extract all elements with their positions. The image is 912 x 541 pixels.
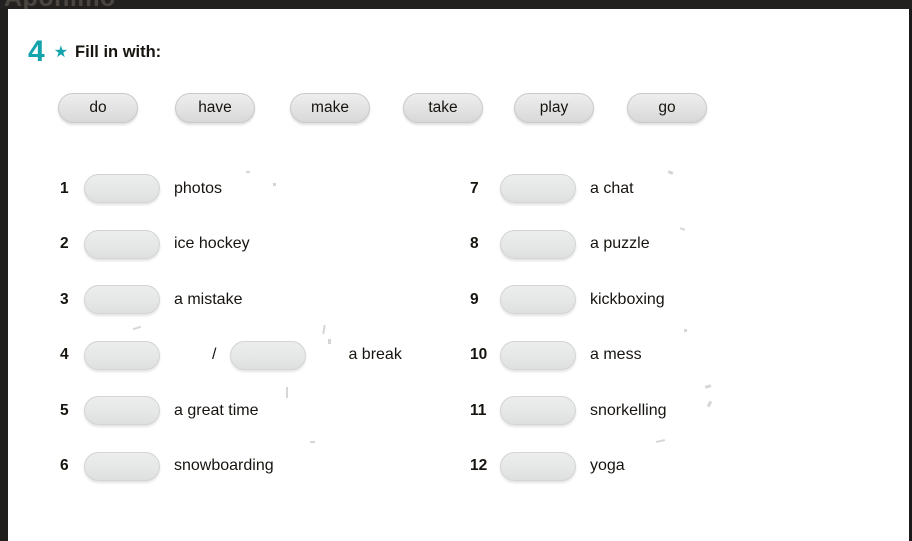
item-number: 1: [60, 179, 69, 197]
answer-blank[interactable]: [500, 340, 576, 370]
word-chip-label: take: [428, 99, 458, 116]
word-chip-do[interactable]: do: [58, 93, 138, 123]
item-text: a puzzle: [590, 235, 650, 253]
exercise-title: Fill in with:: [75, 43, 162, 61]
word-chip-label: make: [311, 99, 349, 116]
answer-blank[interactable]: [500, 396, 576, 426]
item-row: 3 a mistake: [60, 272, 470, 328]
app-logo-clipped: Aponimo: [4, 0, 116, 9]
item-row: 10 a mess: [470, 328, 890, 384]
word-chip-label: do: [89, 99, 107, 116]
word-bank: do have make take play go: [58, 93, 758, 127]
item-row: 5 a great time: [60, 383, 470, 439]
word-chip-play[interactable]: play: [514, 93, 594, 123]
worksheet-page: Aponimo 4 ★ Fill in with: do have make take…: [0, 0, 912, 541]
worksheet-sheet: 4 ★ Fill in with: do have make take play go 1…: [8, 9, 909, 541]
item-separator: /: [212, 346, 217, 364]
answer-blank[interactable]: [500, 451, 576, 481]
answer-blank[interactable]: [84, 340, 160, 370]
word-chip-make[interactable]: make: [290, 93, 370, 123]
item-number: 11: [470, 401, 487, 419]
item-row: 11 snorkelling: [470, 383, 890, 439]
item-row: 7 a chat: [470, 161, 890, 217]
item-row: 2 ice hockey: [60, 217, 470, 273]
item-number: 9: [470, 290, 479, 308]
item-number: 4: [60, 346, 69, 364]
item-text: ice hockey: [174, 235, 250, 253]
answer-blank[interactable]: [500, 229, 576, 259]
item-text: a mistake: [174, 290, 243, 308]
item-text: a great time: [174, 401, 259, 419]
item-number: 12: [470, 457, 488, 475]
word-chip-take[interactable]: take: [403, 93, 483, 123]
word-chip-go[interactable]: go: [627, 93, 707, 123]
answer-blank[interactable]: [84, 285, 160, 315]
items-column-left: 1 photos 2 ice hockey 3 a mistake 4 / a break 5 a …: [60, 161, 470, 494]
left-rail: [0, 0, 8, 541]
item-text: a break: [348, 346, 402, 364]
item-number: 7: [470, 179, 479, 197]
item-row: 4 / a break: [60, 328, 470, 384]
item-text: yoga: [590, 457, 625, 475]
item-row: 12 yoga: [470, 439, 890, 495]
exercise-header: 4 ★ Fill in with:: [28, 37, 161, 67]
exercise-number: 4: [28, 35, 45, 68]
star-icon: ★: [53, 44, 69, 61]
item-number: 3: [60, 290, 69, 308]
word-chip-label: have: [198, 99, 232, 116]
item-text: a mess: [590, 346, 642, 364]
item-row: 8 a puzzle: [470, 217, 890, 273]
answer-blank[interactable]: [84, 174, 160, 204]
item-text: photos: [174, 179, 223, 197]
item-row: 6 snowboarding: [60, 439, 470, 495]
item-number: 2: [60, 235, 69, 253]
answer-blank[interactable]: [500, 285, 576, 315]
answer-blank[interactable]: [230, 340, 307, 370]
word-chip-label: play: [539, 99, 569, 116]
answer-blank[interactable]: [500, 174, 576, 204]
word-chip-have[interactable]: have: [175, 93, 255, 123]
item-text: a chat: [590, 179, 634, 197]
word-chip-label: go: [658, 99, 676, 116]
item-text: snowboarding: [174, 457, 274, 475]
item-text: snorkelling: [590, 401, 667, 419]
item-number: 10: [470, 346, 488, 364]
items-column-right: 7 a chat 8 a puzzle 9 kickboxing 10 a mess 11 sno…: [470, 161, 890, 494]
item-row: 1 photos: [60, 161, 470, 217]
answer-blank[interactable]: [84, 451, 160, 481]
item-text: kickboxing: [590, 290, 665, 308]
answer-blank[interactable]: [84, 229, 160, 259]
item-number: 8: [470, 235, 479, 253]
item-row: 9 kickboxing: [470, 272, 890, 328]
answer-blank[interactable]: [84, 396, 160, 426]
top-chrome-bar: Aponimo: [0, 0, 912, 9]
item-number: 5: [60, 401, 69, 419]
item-number: 6: [60, 457, 69, 475]
